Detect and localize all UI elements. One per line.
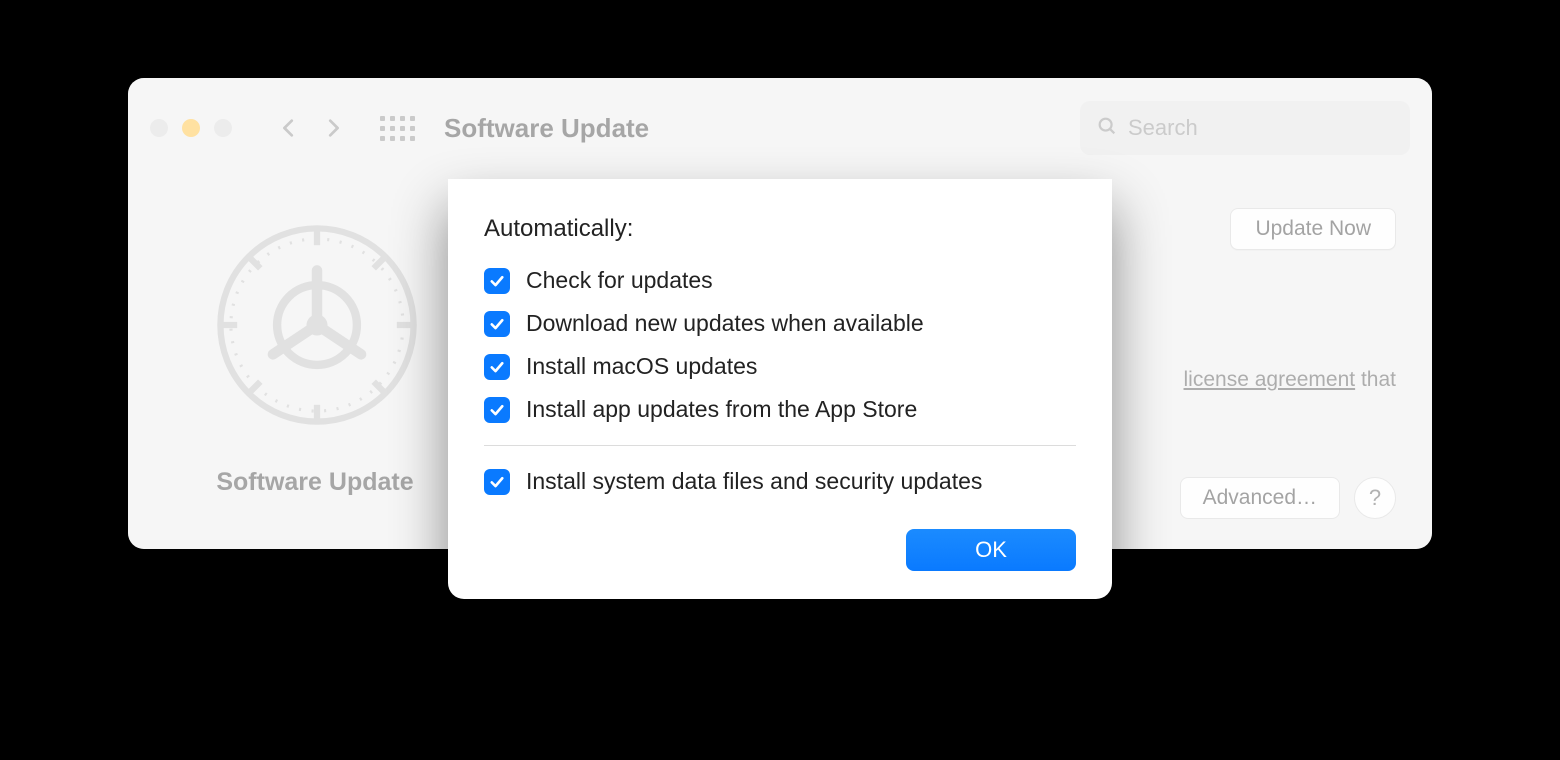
ok-label: OK <box>975 537 1007 563</box>
option-install-macos-updates[interactable]: Install macOS updates <box>484 345 1076 388</box>
checkbox-icon[interactable] <box>484 268 510 294</box>
show-all-button[interactable] <box>376 107 418 149</box>
option-label: Download new updates when available <box>526 310 924 337</box>
license-agreement-link[interactable]: license agreement <box>1184 368 1356 391</box>
search-icon <box>1096 115 1118 142</box>
close-window-button[interactable] <box>150 119 168 137</box>
option-label: Install macOS updates <box>526 353 757 380</box>
ok-button[interactable]: OK <box>906 529 1076 571</box>
forward-button[interactable] <box>316 106 350 150</box>
search-field[interactable] <box>1080 101 1410 155</box>
back-button[interactable] <box>272 106 306 150</box>
zoom-window-button[interactable] <box>214 119 232 137</box>
option-install-app-store-updates[interactable]: Install app updates from the App Store <box>484 388 1076 431</box>
advanced-button[interactable]: Advanced… <box>1180 477 1340 519</box>
software-update-icon <box>192 200 442 450</box>
option-check-for-updates[interactable]: Check for updates <box>484 259 1076 302</box>
window-controls <box>150 119 232 137</box>
license-agreement-text: license agreement that <box>1184 368 1396 392</box>
minimize-window-button[interactable] <box>182 119 200 137</box>
update-now-button[interactable]: Update Now <box>1230 208 1396 250</box>
divider <box>484 445 1076 446</box>
checkbox-icon[interactable] <box>484 354 510 380</box>
checkbox-icon[interactable] <box>484 311 510 337</box>
help-button[interactable]: ? <box>1354 477 1396 519</box>
window-title: Software Update <box>444 113 649 144</box>
option-label: Install app updates from the App Store <box>526 396 917 423</box>
advanced-label: Advanced… <box>1203 486 1317 510</box>
option-install-security-updates[interactable]: Install system data files and security u… <box>484 460 1076 503</box>
checkbox-icon[interactable] <box>484 397 510 423</box>
help-icon: ? <box>1369 485 1381 511</box>
sheet-heading: Automatically: <box>484 215 1076 243</box>
option-label: Check for updates <box>526 267 713 294</box>
search-input[interactable] <box>1128 115 1394 141</box>
option-download-new-updates[interactable]: Download new updates when available <box>484 302 1076 345</box>
titlebar: Software Update <box>128 78 1432 178</box>
advanced-options-sheet: Automatically: Check for updates Downloa… <box>448 179 1112 599</box>
update-now-label: Update Now <box>1255 217 1371 241</box>
checkbox-icon[interactable] <box>484 469 510 495</box>
pane-label: Software Update <box>180 468 450 497</box>
option-label: Install system data files and security u… <box>526 468 982 495</box>
